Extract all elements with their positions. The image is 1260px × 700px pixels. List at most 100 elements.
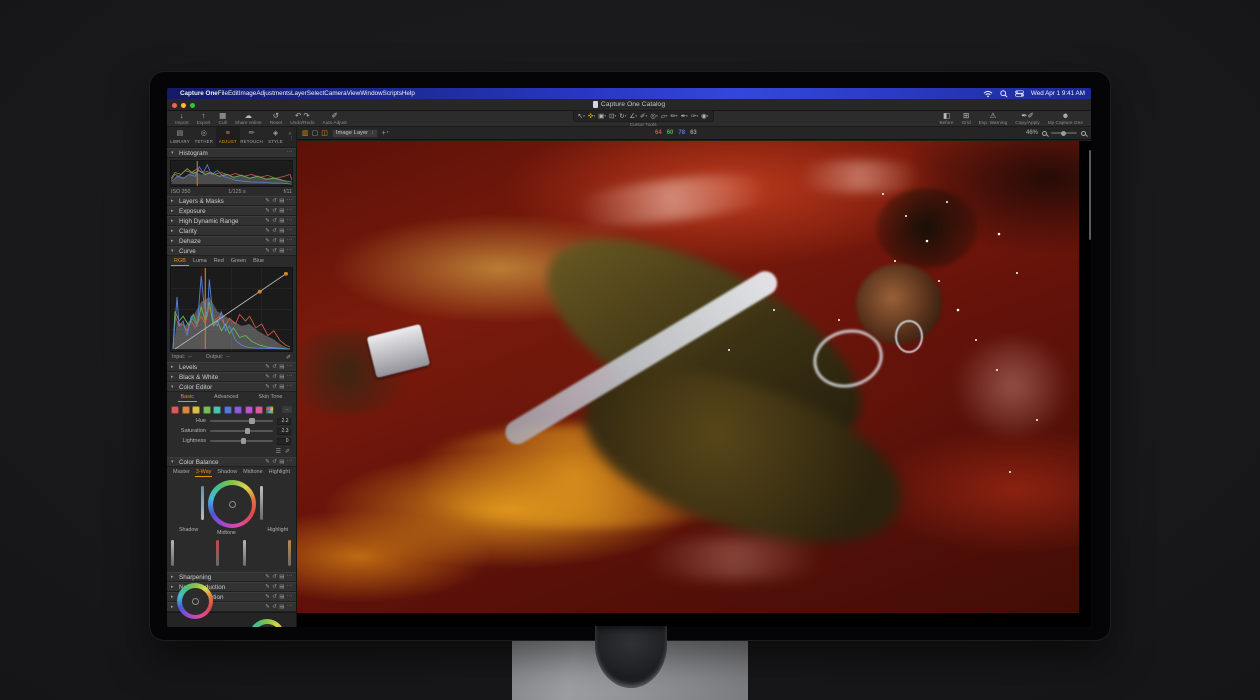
preset-icon[interactable]: ▤ [279, 248, 284, 254]
slider-thumb[interactable] [245, 428, 251, 434]
cursor-tool-button[interactable]: ⊡▾ [609, 112, 616, 120]
menubar-item[interactable]: Layer [291, 90, 307, 97]
preset-icon[interactable]: ▤ [279, 374, 284, 380]
slider-track[interactable] [210, 440, 273, 442]
midtone-color-wheel[interactable] [208, 480, 256, 528]
panel-header-histogram[interactable]: ▾ Histogram ⋯ [167, 148, 296, 158]
reset-icon[interactable]: ↺ [272, 248, 276, 254]
color-swatch-all[interactable] [266, 406, 274, 414]
menubar-item[interactable]: File [218, 90, 228, 97]
reset-icon[interactable]: ↺ [272, 574, 276, 580]
preset-icon[interactable]: ▤ [279, 218, 284, 224]
image-viewer[interactable] [297, 141, 1091, 627]
wheel-slider-arc[interactable] [171, 540, 174, 566]
menubar-item[interactable]: Adjustments [256, 90, 291, 97]
swatch-more-button[interactable]: – [282, 406, 292, 413]
reset-icon[interactable]: ↺ [272, 584, 276, 590]
more-icon[interactable]: ⋯ [287, 238, 292, 244]
slider-value[interactable]: 0 [277, 438, 291, 445]
panel-header-color-balance[interactable]: ▾ Color Balance ✎ ↺ ▤ ⋯ [167, 457, 296, 467]
color-editor-tab[interactable]: Advanced [211, 393, 241, 402]
picker-icon[interactable]: ✐ [285, 448, 290, 455]
panel-header[interactable]: ▸ Levels ✎ ↺ ▤ ⋯ [167, 362, 296, 372]
wheel-slider-arc[interactable] [243, 540, 246, 566]
color-balance-tab[interactable]: Shadow [216, 468, 238, 477]
wifi-icon[interactable] [983, 90, 993, 98]
more-icon[interactable]: ⋯ [287, 584, 292, 590]
brush-icon[interactable]: ✎ [265, 248, 269, 254]
curve-channel-tab[interactable]: Green [228, 257, 249, 266]
brush-icon[interactable]: ✎ [265, 364, 269, 370]
preset-icon[interactable]: ▤ [279, 584, 284, 590]
cursor-tool-button[interactable]: ✑▾ [691, 112, 698, 120]
menubar-item[interactable]: Capture One [180, 90, 218, 97]
cursor-tool-button[interactable]: ✐▾ [640, 112, 647, 120]
view-mode-icon[interactable]: ▥ [302, 129, 309, 137]
toolbar-button[interactable]: ◧ Before [935, 111, 957, 126]
zoom-out-icon[interactable] [1042, 131, 1047, 136]
more-icon[interactable]: ⋯ [287, 228, 292, 234]
brush-icon[interactable]: ✎ [265, 374, 269, 380]
curve-picker-icon[interactable]: ✐ [286, 354, 291, 361]
more-icon[interactable]: ⋯ [287, 364, 292, 370]
cursor-tool-button[interactable]: ▱▾ [661, 112, 668, 120]
layer-select-dropdown[interactable]: Image Layer ↕ [332, 129, 378, 138]
toolbar-button[interactable]: ↺ Reset [266, 111, 287, 126]
tool-tab[interactable]: ▤ LIBRARY [168, 127, 192, 147]
color-balance-tab[interactable]: 3-Way [195, 468, 213, 477]
menubar-item[interactable]: Select [307, 90, 325, 97]
cursor-tool-button[interactable]: ▣▾ [598, 112, 606, 120]
brush-icon[interactable]: ✎ [265, 198, 269, 204]
color-balance-tab[interactable]: Master [172, 468, 191, 477]
wheel-slider-arc[interactable] [201, 486, 204, 520]
toolbar-button[interactable]: ↶ ↷ Undo/Redo [286, 111, 318, 126]
brush-icon[interactable]: ✎ [265, 584, 269, 590]
curve-channel-tab[interactable]: Red [211, 257, 227, 266]
brush-icon[interactable]: ✎ [265, 574, 269, 580]
wheel-slider-arc[interactable] [216, 540, 219, 566]
menubar-item[interactable]: Image [239, 90, 257, 97]
tool-tab[interactable]: ◎ TETHER [192, 127, 216, 147]
slider-thumb[interactable] [241, 438, 247, 444]
reset-icon[interactable]: ↺ [272, 238, 276, 244]
menubar-item[interactable]: Scripts [383, 90, 402, 97]
panel-header-curve[interactable]: ▾ Curve ✎ ↺ ▤ ⋯ [167, 246, 296, 256]
menubar-item[interactable]: Camera [324, 90, 346, 97]
menubar-item[interactable]: Window [360, 90, 382, 97]
panel-header[interactable]: ▸ Dehaze ✎ ↺ ▤ ⋯ [167, 236, 296, 246]
zoom-slider-thumb[interactable] [1061, 131, 1066, 136]
wheel-slider-arc[interactable] [288, 540, 291, 566]
shadow-color-wheel[interactable] [177, 583, 213, 619]
more-icon[interactable]: ⋯ [287, 374, 292, 380]
slider-value[interactable]: 2.3 [277, 428, 291, 435]
preset-icon[interactable]: ▤ [279, 459, 284, 465]
preset-icon[interactable]: ▤ [279, 208, 284, 214]
menubar-clock[interactable]: Wed Apr 1 9:41 AM [1031, 90, 1085, 97]
panel-header[interactable]: ▸ Clarity ✎ ↺ ▤ ⋯ [167, 226, 296, 236]
cursor-tool-button[interactable]: ↖▾ [578, 112, 585, 120]
color-swatch[interactable] [245, 406, 253, 414]
cursor-tool-button[interactable]: ✜▾ [588, 112, 595, 120]
preset-icon[interactable]: ▤ [279, 238, 284, 244]
reset-icon[interactable]: ↺ [272, 364, 276, 370]
list-icon[interactable]: ☰ [276, 448, 281, 455]
more-icon[interactable]: ⋯ [287, 604, 292, 610]
panel-header[interactable]: ▸ High Dynamic Range ✎ ↺ ▤ ⋯ [167, 216, 296, 226]
panel-header[interactable]: ▸ Layers & Masks ✎ ↺ ▤ ⋯ [167, 196, 296, 206]
color-swatch[interactable] [213, 406, 221, 414]
add-layer-button[interactable]: +▾ [382, 130, 389, 137]
more-icon[interactable]: ⋯ [287, 384, 292, 390]
more-icon[interactable]: ⋯ [287, 574, 292, 580]
color-balance-tab[interactable]: Midtone [242, 468, 264, 477]
color-editor-tab[interactable]: Skin Tone [255, 393, 285, 402]
panel-header[interactable]: ▸ Black & White ✎ ↺ ▤ ⋯ [167, 372, 296, 382]
panel-header-color-editor[interactable]: ▾ Color Editor ✎ ↺ ▤ ⋯ [167, 382, 296, 392]
color-balance-tab[interactable]: Highlight [268, 468, 291, 477]
color-swatch[interactable] [203, 406, 211, 414]
cursor-tool-button[interactable]: ◎▾ [650, 112, 657, 120]
photo-canvas[interactable] [297, 141, 1079, 613]
menubar-item[interactable]: Edit [228, 90, 239, 97]
toolbar-button[interactable]: ↓ Import [171, 111, 193, 126]
reset-icon[interactable]: ↺ [272, 374, 276, 380]
preset-icon[interactable]: ▤ [279, 364, 284, 370]
